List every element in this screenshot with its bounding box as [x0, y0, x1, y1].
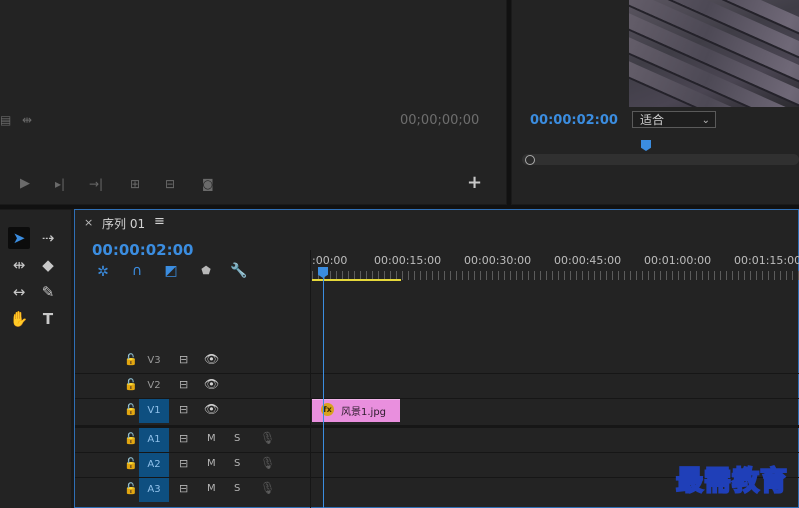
sync-lock-icon[interactable]: ⊟: [179, 457, 188, 470]
hand-icon[interactable]: ✋: [8, 308, 30, 330]
video-preview: [629, 0, 799, 107]
track-name[interactable]: V2: [139, 374, 169, 398]
track-row-v1: 🔓 V1 ⊟ 👁: [75, 399, 799, 423]
solo-button[interactable]: S: [234, 433, 240, 444]
sync-lock-icon[interactable]: ⊟: [179, 432, 188, 445]
source-monitor-panel: [0, 0, 506, 204]
source-settings-icon[interactable]: ▤: [0, 113, 11, 127]
type-icon[interactable]: T: [37, 308, 59, 330]
work-area-bar[interactable]: [312, 279, 401, 281]
mute-button[interactable]: M: [207, 483, 216, 494]
fit-dropdown-value: 适合: [640, 113, 665, 127]
source-timecode: 00;00;00;00: [400, 113, 480, 128]
panel-divider[interactable]: [507, 0, 511, 205]
sync-lock-icon[interactable]: ⊟: [179, 403, 188, 416]
track-select-icon[interactable]: ⇢: [37, 227, 59, 249]
microphone-icon[interactable]: 🎙: [260, 431, 275, 445]
solo-button[interactable]: S: [234, 483, 240, 494]
ripple-edit-icon[interactable]: ⇹: [8, 254, 30, 276]
mute-button[interactable]: M: [207, 433, 216, 444]
source-mark-icon[interactable]: ⇹: [22, 113, 32, 127]
snap-icon[interactable]: ∩: [128, 263, 146, 279]
add-button-icon[interactable]: +: [467, 174, 482, 192]
track-row-v3: 🔓 V3 ⊟ 👁: [75, 349, 799, 374]
track-name[interactable]: V1: [139, 399, 169, 423]
overwrite-icon[interactable]: ⊟: [165, 177, 175, 191]
track-row-a1: 🔓 A1 ⊟ M S 🎙: [75, 428, 799, 453]
ruler-label: 00:01:00:00: [644, 254, 712, 267]
sync-lock-icon[interactable]: ⊟: [179, 378, 188, 391]
eye-icon[interactable]: 👁: [204, 402, 219, 416]
lock-icon[interactable]: 🔓: [124, 432, 138, 445]
lock-icon[interactable]: 🔓: [124, 403, 138, 416]
wrench-icon[interactable]: 🔧: [230, 263, 248, 279]
lock-icon[interactable]: 🔓: [124, 457, 138, 470]
slip-icon[interactable]: ↔: [8, 281, 30, 303]
pen-icon[interactable]: ✎: [37, 281, 59, 303]
lock-icon[interactable]: 🔓: [124, 378, 138, 391]
add-marker-icon[interactable]: ⬟: [197, 264, 215, 277]
sync-lock-icon[interactable]: ⊟: [179, 482, 188, 495]
zoom-handle[interactable]: [525, 155, 535, 165]
linked-selection-icon[interactable]: ◩: [162, 263, 180, 279]
play-icon[interactable]: ▶: [20, 177, 30, 191]
lock-icon[interactable]: 🔓: [124, 353, 138, 366]
panel-menu-icon[interactable]: ≡: [154, 214, 165, 229]
eye-icon[interactable]: 👁: [204, 352, 219, 366]
close-icon[interactable]: ×: [84, 216, 93, 229]
program-timecode[interactable]: 00:00:02:00: [530, 113, 618, 128]
timeline-timecode[interactable]: 00:00:02:00: [92, 241, 194, 259]
microphone-icon[interactable]: 🎙: [260, 456, 275, 470]
go-to-out-icon[interactable]: →|: [89, 177, 103, 191]
track-name[interactable]: A3: [139, 478, 169, 502]
nest-icon[interactable]: ✲: [94, 264, 112, 280]
ruler-label: 00:00:15:00: [374, 254, 442, 267]
track-row-v2: 🔓 V2 ⊟ 👁: [75, 374, 799, 399]
solo-button[interactable]: S: [234, 458, 240, 469]
lock-icon[interactable]: 🔓: [124, 482, 138, 495]
ruler-label: 00:01:15:00: [734, 254, 799, 267]
sync-lock-icon[interactable]: ⊟: [179, 353, 188, 366]
timeline-clip[interactable]: fx 风景1.jpg: [312, 399, 400, 422]
camera-icon[interactable]: ◙: [202, 177, 214, 191]
sequence-tab[interactable]: 序列 01: [102, 215, 145, 232]
playhead-line[interactable]: [323, 277, 324, 508]
track-name[interactable]: A2: [139, 453, 169, 477]
eye-icon[interactable]: 👁: [204, 377, 219, 391]
ruler-label: 00:00:30:00: [464, 254, 532, 267]
selection-icon[interactable]: ➤: [8, 227, 30, 249]
ruler-label: 00:00:45:00: [554, 254, 622, 267]
clip-name: 风景1.jpg: [341, 407, 387, 418]
program-scrub-bar[interactable]: [522, 154, 799, 165]
chevron-down-icon: ⌄: [701, 115, 710, 126]
track-name[interactable]: V3: [139, 349, 169, 373]
razor-icon[interactable]: ◆: [37, 254, 59, 276]
microphone-icon[interactable]: 🎙: [260, 481, 275, 495]
track-name[interactable]: A1: [139, 428, 169, 452]
ruler-label: :00:00: [312, 254, 348, 267]
mute-button[interactable]: M: [207, 458, 216, 469]
watermark: 最需教育: [675, 465, 788, 498]
step-forward-icon[interactable]: ▸|: [55, 177, 65, 191]
insert-icon[interactable]: ⊞: [130, 177, 140, 191]
fit-dropdown[interactable]: 适合 ⌄: [632, 111, 716, 128]
